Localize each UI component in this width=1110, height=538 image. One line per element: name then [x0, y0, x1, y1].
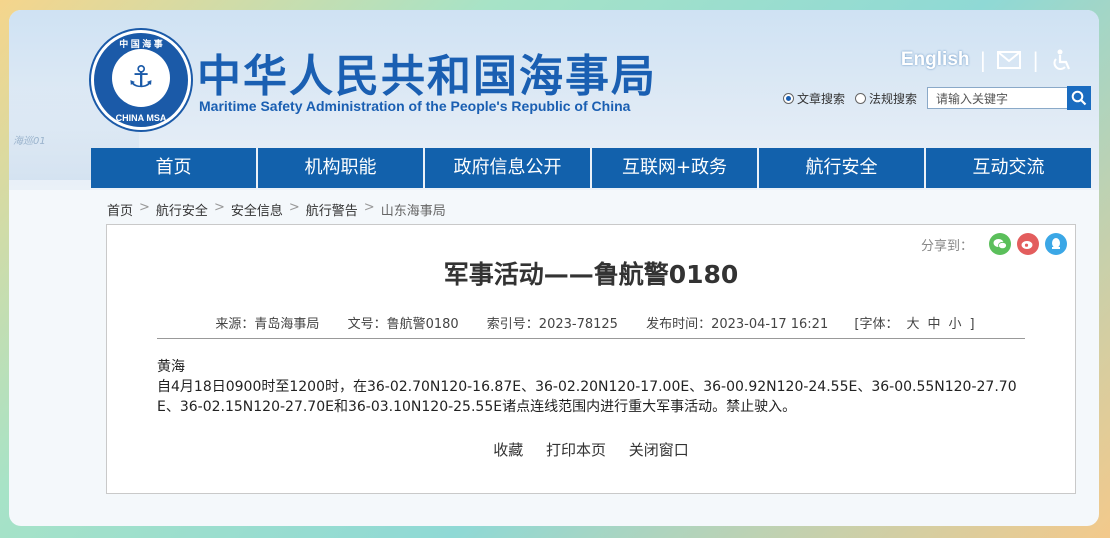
accessibility-icon[interactable]	[1049, 49, 1075, 71]
ship-label: 海巡01	[13, 136, 46, 147]
english-link[interactable]: English	[901, 49, 970, 71]
separator: |	[979, 48, 987, 72]
nav-gov-info[interactable]: 政府信息公开	[425, 148, 592, 188]
breadcrumb-navigation-safety[interactable]: 航行安全	[156, 200, 208, 219]
meta-source: 来源：青岛海事局	[215, 317, 320, 332]
wechat-icon[interactable]	[989, 233, 1011, 255]
font-size-large[interactable]: 大	[906, 317, 919, 332]
article-body: 黄海 自4月18日0900时至1200时，在36-02.70N120-16.87…	[157, 357, 1027, 417]
search-option-law-label: 法规搜索	[868, 91, 917, 106]
separator: |	[1032, 48, 1039, 72]
font-size-control: [字体： 大中小]	[850, 317, 978, 332]
nav-interaction[interactable]: 互动交流	[926, 148, 1091, 188]
meta-publish-time: 发布时间：2023-04-17 16:21	[646, 317, 829, 332]
divider	[157, 338, 1025, 339]
nav-organization[interactable]: 机构职能	[258, 148, 425, 188]
font-size-end: ]	[969, 317, 975, 332]
breadcrumb-separator: >	[139, 200, 150, 215]
page-frame: 海巡01 中 国 海 事 ⚓ CHINA MSA 中华人民共和国海事局 Mari…	[9, 10, 1099, 526]
meta-doc-number: 文号：鲁航警0180	[347, 317, 459, 332]
article-title: 军事活动——鲁航警0180	[443, 260, 739, 289]
search-option-article[interactable]: 文章搜索	[782, 90, 845, 107]
logo-bottom-text: CHINA MSA	[115, 113, 167, 123]
favorite-link[interactable]: 收藏	[493, 441, 523, 459]
breadcrumb-separator: >	[213, 200, 225, 215]
meta-index-number: 索引号：2023-78125	[486, 317, 618, 332]
article-panel: 分享到： 军事活动——鲁航警0180 来源：青岛海事局 文号：鲁航警0180 索…	[106, 224, 1076, 494]
msa-logo[interactable]: 中 国 海 事 ⚓ CHINA MSA	[91, 30, 191, 130]
font-size-small[interactable]: 小	[948, 317, 961, 332]
article-area: 黄海	[157, 359, 185, 375]
font-size-medium[interactable]: 中	[927, 317, 940, 332]
radio-unselected[interactable]	[854, 92, 866, 104]
site-subtitle: Maritime Safety Administration of the Pe…	[199, 98, 631, 114]
top-links: English | |	[901, 48, 1075, 72]
qq-icon[interactable]	[1045, 233, 1067, 255]
search-button[interactable]	[1067, 86, 1091, 110]
search-bar: 文章搜索 法规搜索 请输入关键字	[782, 86, 1091, 110]
breadcrumb-separator: >	[363, 200, 375, 215]
main-nav: 首页 机构职能 政府信息公开 互联网+政务 航行安全 互动交流	[91, 148, 1091, 188]
mail-icon[interactable]	[996, 49, 1022, 71]
close-window-link[interactable]: 关闭窗口	[629, 441, 689, 459]
font-size-label: [字体：	[854, 317, 899, 332]
share-bar: 分享到：	[921, 233, 1067, 255]
breadcrumb: 首页 > 航行安全 > 安全信息 > 航行警告 > 山东海事局	[107, 200, 446, 219]
article-content: 自4月18日0900时至1200时，在36-02.70N120-16.87E、3…	[157, 379, 1017, 415]
weibo-icon[interactable]	[1017, 233, 1039, 255]
anchor-icon: ⚓	[112, 49, 170, 107]
search-input[interactable]: 请输入关键字	[927, 87, 1067, 109]
breadcrumb-home[interactable]: 首页	[107, 200, 133, 219]
nav-home[interactable]: 首页	[91, 148, 258, 188]
search-icon	[1071, 90, 1087, 106]
breadcrumb-warnings[interactable]: 航行警告	[306, 200, 358, 219]
breadcrumb-current[interactable]: 山东海事局	[381, 200, 446, 219]
breadcrumb-separator: >	[288, 200, 300, 215]
nav-navigation-safety[interactable]: 航行安全	[759, 148, 926, 188]
search-option-law[interactable]: 法规搜索	[854, 90, 917, 107]
radio-selected[interactable]	[782, 92, 794, 104]
site-title: 中华人民共和国海事局	[197, 51, 657, 102]
nav-internet-gov[interactable]: 互联网+政务	[592, 148, 759, 188]
article-actions: 收藏 打印本页 关闭窗口	[107, 439, 1075, 460]
search-option-article-label: 文章搜索	[796, 91, 845, 106]
print-link[interactable]: 打印本页	[546, 441, 606, 459]
article-meta: 来源：青岛海事局 文号：鲁航警0180 索引号：2023-78125 发布时间：…	[107, 313, 1075, 332]
share-label: 分享到：	[920, 238, 973, 254]
breadcrumb-safety-info[interactable]: 安全信息	[231, 200, 283, 219]
